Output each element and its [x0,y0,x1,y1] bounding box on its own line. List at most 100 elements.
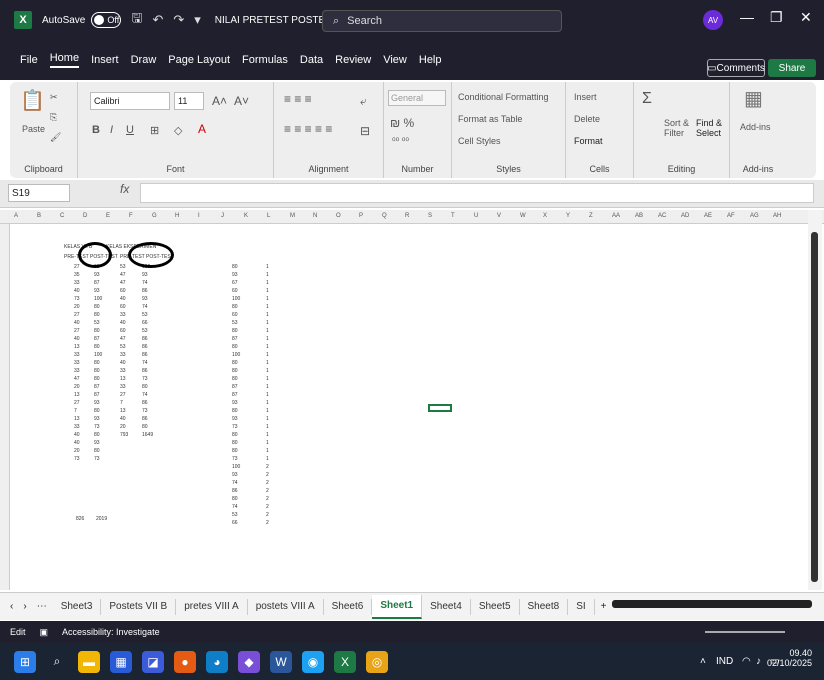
table-cell[interactable]: 93 [142,296,148,302]
table-cell[interactable]: 1 [266,448,269,454]
table-cell[interactable]: 86 [142,400,148,406]
sheet-tab-si[interactable]: SI [568,598,595,615]
column-header[interactable]: F [129,213,133,219]
table-cell[interactable]: 27 [74,312,80,318]
firefox-icon[interactable]: ● [174,650,196,673]
zoom-slider[interactable] [705,631,785,633]
table-cell[interactable]: 86 [232,488,238,494]
search-box[interactable]: ⌕ Search [322,10,562,32]
sheet-tab-postets-vii-b[interactable]: Postets VII B [101,598,177,615]
sheet-tab-sheet6[interactable]: Sheet6 [324,598,373,615]
paste-icon[interactable]: 📋 [20,88,45,113]
table-cell[interactable]: 2 [266,472,269,478]
table-cell[interactable]: 93 [94,440,100,446]
insert-button[interactable]: Insert [574,92,597,102]
table-cell[interactable]: 74 [232,504,238,510]
table-cell[interactable]: 93 [232,416,238,422]
tab-data[interactable]: Data [300,54,323,66]
table-cell[interactable]: 2 [266,496,269,502]
table-cell[interactable]: 2 [266,520,269,526]
app-icon[interactable]: ◪ [142,650,164,673]
excel-taskbar-icon[interactable]: X [334,650,356,673]
column-header[interactable]: D [83,213,87,219]
table-cell[interactable]: 87 [232,392,238,398]
column-header[interactable]: M [290,213,295,219]
table-cell[interactable]: 87 [232,336,238,342]
table-cell[interactable]: 33 [120,352,126,358]
prev-sheet-icon[interactable]: ‹ [10,601,13,612]
table-cell[interactable]: 33 [74,368,80,374]
tab-view[interactable]: View [383,54,407,66]
save-icon[interactable]: 🖫 [131,9,142,31]
table-cell[interactable]: 93 [94,400,100,406]
column-header[interactable]: I [198,213,200,219]
table-cell[interactable]: 93 [232,400,238,406]
table-cell[interactable]: 93 [94,288,100,294]
table-cell[interactable]: 86 [142,288,148,294]
table-cell[interactable]: 86 [142,368,148,374]
column-header[interactable]: AC [658,213,666,219]
column-header[interactable]: N [313,213,317,219]
number-format-select[interactable]: General [388,90,446,106]
column-header[interactable]: AH [773,213,781,219]
column-header[interactable]: V [497,213,501,219]
tab-formulas[interactable]: Formulas [242,54,288,66]
word-icon[interactable]: W [270,650,292,673]
table-cell[interactable]: 87 [232,384,238,390]
table-cell[interactable]: 100 [94,296,102,302]
table-cell[interactable]: 2 [266,488,269,494]
table-cell[interactable]: 1 [266,432,269,438]
table-cell[interactable]: 60 [120,288,126,294]
table-cell[interactable]: 100 [232,352,240,358]
table-cell[interactable]: 86 [142,344,148,350]
table-cell[interactable]: 73 [232,456,238,462]
table-cell[interactable]: 1 [266,360,269,366]
table-cell[interactable]: 13 [74,416,80,422]
column-header[interactable]: O [336,213,341,219]
sheet-tab-sheet8[interactable]: Sheet8 [520,598,569,615]
column-header[interactable]: S [428,213,432,219]
table-cell[interactable]: 93 [142,272,148,278]
table-cell[interactable]: 40 [120,360,126,366]
table-cell[interactable]: 1 [266,328,269,334]
tab-home[interactable]: Home [49,52,80,68]
table-cell[interactable]: 27 [74,264,80,270]
clock[interactable]: 09.40 02/10/2025 [767,648,812,668]
tab-insert[interactable]: Insert [91,54,119,66]
increase-font-icon[interactable]: A˄ [212,94,227,108]
table-cell[interactable]: 33 [120,384,126,390]
merge-icon[interactable]: ⊟ [360,124,370,138]
table-cell[interactable]: 87 [94,384,100,390]
browser-icon[interactable]: ◉ [302,650,324,673]
table-cell[interactable]: 87 [94,392,100,398]
table-cell[interactable]: 40 [74,288,80,294]
table-cell[interactable]: 73 [74,456,80,462]
table-cell[interactable]: 53 [232,512,238,518]
table-cell[interactable]: 47 [120,336,126,342]
font-name-select[interactable]: Calibri [90,92,170,110]
sheet-tab-sheet1[interactable]: Sheet1 [372,594,423,619]
column-header[interactable]: P [359,213,363,219]
copy-icon[interactable]: ⎘ [50,112,57,123]
table-cell[interactable]: 7 [74,408,77,414]
table-cell[interactable]: 67 [232,280,238,286]
sort-filter-button[interactable]: Sort & Filter [664,118,694,138]
table-cell[interactable]: 1 [266,336,269,342]
selected-cell[interactable] [428,404,452,412]
table-cell[interactable]: 53 [94,320,100,326]
table-cell[interactable]: 74 [232,480,238,486]
tab-page-layout[interactable]: Page Layout [168,54,230,66]
file-explorer-icon[interactable]: ▬ [78,650,100,673]
column-header[interactable]: R [405,213,409,219]
column-header[interactable]: J [221,213,224,219]
table-cell[interactable]: 80 [232,304,238,310]
table-cell[interactable]: 60 [232,288,238,294]
table-cell[interactable]: 100 [94,352,102,358]
table-cell[interactable]: 80 [94,368,100,374]
table-cell[interactable]: 40 [74,336,80,342]
table-cell[interactable]: 47 [120,280,126,286]
column-header[interactable]: X [543,213,547,219]
currency-icon[interactable]: ₪ % [390,116,414,130]
comments-button[interactable]: ▭ Comments [707,59,765,77]
table-cell[interactable]: 80 [232,408,238,414]
